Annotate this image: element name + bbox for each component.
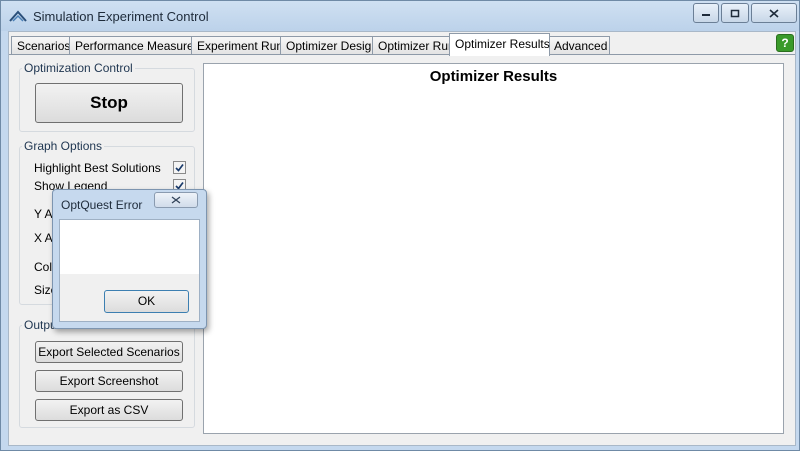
close-icon bbox=[171, 196, 181, 204]
help-icon[interactable]: ? bbox=[776, 34, 794, 52]
tab-optimizer-run[interactable]: Optimizer Run bbox=[372, 36, 455, 55]
output-group: Output Export Selected Scenarios Export … bbox=[19, 318, 195, 428]
tab-experiment-run[interactable]: Experiment Run bbox=[191, 36, 283, 55]
minimize-button[interactable] bbox=[693, 3, 719, 23]
tab-optimizer-design[interactable]: Optimizer Design bbox=[280, 36, 378, 55]
highlight-best-checkbox[interactable] bbox=[173, 161, 186, 174]
error-dialog-footer: OK bbox=[60, 274, 199, 321]
error-dialog-close-button[interactable] bbox=[154, 192, 198, 208]
optimization-control-title: Optimization Control bbox=[22, 61, 135, 75]
graph-options-title: Graph Options bbox=[22, 139, 105, 153]
results-title: Optimizer Results bbox=[429, 68, 558, 85]
ok-button[interactable]: OK bbox=[104, 290, 189, 313]
export-csv-button[interactable]: Export as CSV bbox=[35, 399, 183, 421]
error-dialog-title: OptQuest Error bbox=[61, 198, 143, 212]
title-bar[interactable]: Simulation Experiment Control bbox=[1, 1, 799, 31]
stop-button[interactable]: Stop bbox=[35, 83, 183, 123]
error-dialog-body: OK bbox=[59, 219, 200, 322]
export-screenshot-button[interactable]: Export Screenshot bbox=[35, 370, 183, 392]
close-icon bbox=[769, 8, 779, 18]
tab-performance-measures[interactable]: Performance Measures bbox=[69, 36, 200, 55]
close-button[interactable] bbox=[751, 3, 797, 23]
maximize-button[interactable] bbox=[721, 3, 749, 23]
checkmark-icon bbox=[175, 163, 184, 172]
tab-optimizer-results[interactable]: Optimizer Results bbox=[449, 33, 550, 56]
highlight-best-label: Highlight Best Solutions bbox=[34, 161, 161, 175]
optimizer-results-panel[interactable]: Optimizer Results bbox=[203, 63, 784, 434]
minimize-icon bbox=[702, 14, 710, 16]
window-title: Simulation Experiment Control bbox=[33, 9, 209, 24]
optimization-control-group: Optimization Control Stop bbox=[19, 61, 195, 132]
tab-advanced[interactable]: Advanced bbox=[548, 36, 610, 55]
tab-divider bbox=[9, 54, 795, 55]
maximize-icon bbox=[730, 9, 740, 17]
tab-scenarios[interactable]: Scenarios bbox=[11, 36, 74, 55]
app-icon bbox=[9, 10, 27, 22]
export-selected-scenarios-button[interactable]: Export Selected Scenarios bbox=[35, 341, 183, 363]
error-dialog[interactable]: OptQuest Error OK bbox=[52, 189, 207, 329]
